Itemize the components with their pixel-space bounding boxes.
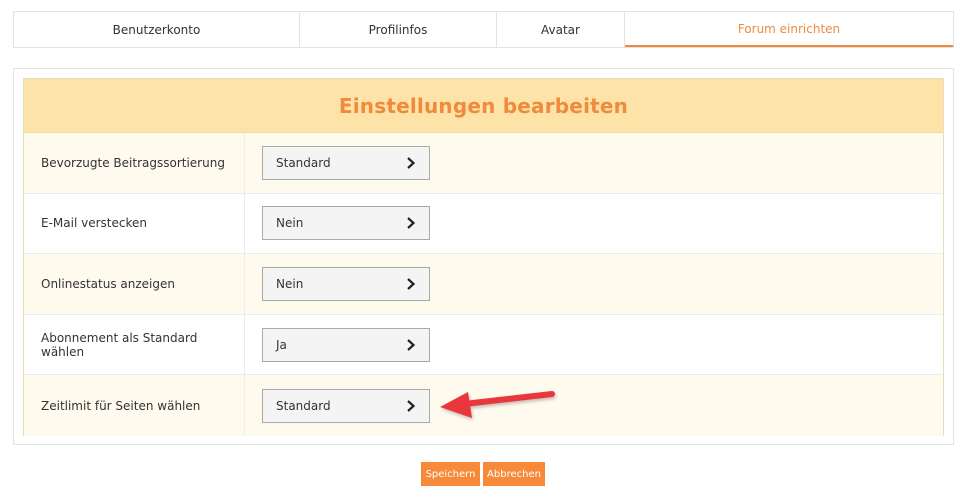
tab-benutzerkonto[interactable]: Benutzerkonto	[14, 12, 300, 47]
cancel-button[interactable]: Abbrechen	[483, 462, 545, 486]
tab-forum-einrichten[interactable]: Forum einrichten	[625, 12, 953, 47]
red-arrow-icon	[440, 391, 555, 418]
chevron-right-icon	[406, 156, 416, 170]
row-value-cell: Standard	[245, 133, 943, 193]
tab-avatar[interactable]: Avatar	[497, 12, 625, 47]
tab-profilinfos[interactable]: Profilinfos	[300, 12, 497, 47]
row-value-cell: Nein	[245, 194, 943, 254]
settings-table: Einstellungen bearbeiten Bevorzugte Beit…	[23, 78, 944, 436]
row-label: Bevorzugte Beitragssortierung	[24, 133, 245, 193]
select-onlinestatus[interactable]: Nein	[262, 266, 430, 301]
row-label: Zeitlimit für Seiten wählen	[24, 375, 245, 436]
select-value: Nein	[276, 216, 304, 231]
select-value: Standard	[276, 155, 331, 170]
select-value: Nein	[276, 276, 304, 291]
select-zeitlimit[interactable]: Standard	[262, 388, 430, 423]
chevron-right-icon	[406, 338, 416, 352]
select-abonnement[interactable]: Ja	[262, 327, 430, 362]
chevron-right-icon	[406, 399, 416, 413]
settings-header: Einstellungen bearbeiten	[24, 79, 943, 133]
row-value-cell: Nein	[245, 254, 943, 314]
row-label: E-Mail verstecken	[24, 193, 245, 254]
row-label: Onlinestatus anzeigen	[24, 254, 245, 314]
settings-row-beitragssortierung: Bevorzugte Beitragssortierung Standard	[24, 133, 943, 194]
form-actions: Speichern Abbrechen	[421, 462, 545, 486]
tab-bar: Benutzerkonto Profilinfos Avatar Forum e…	[13, 11, 954, 48]
select-beitragssortierung[interactable]: Standard	[262, 145, 430, 180]
row-value-cell: Standard	[245, 375, 943, 436]
save-button[interactable]: Speichern	[421, 462, 480, 486]
row-value-cell: Ja	[245, 315, 943, 375]
settings-row-onlinestatus: Onlinestatus anzeigen Nein	[24, 254, 943, 315]
settings-row-email-verstecken: E-Mail verstecken Nein	[24, 193, 943, 255]
select-value: Standard	[276, 398, 331, 413]
chevron-right-icon	[406, 277, 416, 291]
page-title: Einstellungen bearbeiten	[338, 93, 629, 118]
select-email-verstecken[interactable]: Nein	[262, 206, 430, 241]
settings-row-abonnement: Abonnement als Standard wählen Ja	[24, 314, 943, 376]
select-value: Ja	[276, 337, 287, 352]
row-label: Abonnement als Standard wählen	[24, 314, 245, 375]
chevron-right-icon	[406, 216, 416, 230]
